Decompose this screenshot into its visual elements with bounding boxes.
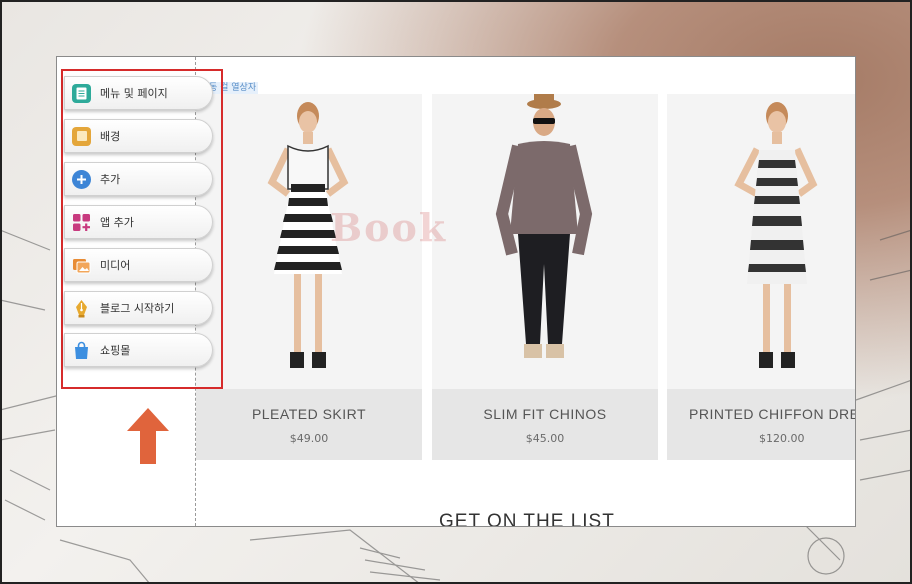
product-card[interactable]: PRINTED CHIFFON DRE $120.00 (667, 94, 855, 460)
menu-item-label: 메뉴 및 페이지 (100, 87, 168, 100)
shopping-bag-icon (72, 341, 91, 360)
section-title: GET ON THE LIST (439, 511, 615, 527)
menu-item-label: 배경 (100, 130, 121, 143)
plus-circle-icon (72, 169, 91, 189)
model-figure (432, 94, 658, 389)
menu-item-label: 추가 (100, 173, 121, 186)
product-name[interactable]: SLIM FIT CHINOS (432, 406, 658, 422)
menu-item-add-app[interactable]: 앱 추가 (64, 205, 213, 239)
menu-item-media[interactable]: 미디어 (64, 248, 213, 282)
product-price: $45.00 (525, 432, 565, 445)
product-name[interactable]: PLEATED SKIRT (196, 406, 422, 422)
product-price: $49.00 (289, 432, 329, 445)
menu-item-label: 앱 추가 (100, 216, 134, 229)
up-arrow-icon (125, 406, 171, 470)
app-grid-icon (72, 213, 91, 232)
menu-item-label: 쇼핑몰 (100, 344, 131, 357)
model-figure (667, 94, 855, 389)
menu-item-label: 블로그 시작하기 (100, 302, 175, 315)
pages-icon (72, 83, 91, 103)
media-icon (72, 256, 91, 275)
menu-item-background[interactable]: 배경 (64, 119, 213, 153)
menu-item-pages[interactable]: 메뉴 및 페이지 (64, 76, 213, 110)
watermark: Book (330, 205, 448, 250)
menu-item-shop[interactable]: 쇼핑몰 (64, 333, 213, 367)
product-price: $120.00 (759, 432, 805, 445)
product-photo (667, 94, 855, 389)
product-photo (432, 94, 658, 389)
product-card[interactable]: PLEATED SKIRT $49.00 (196, 94, 422, 460)
product-card[interactable]: SLIM FIT CHINOS $45.00 (432, 94, 658, 460)
pen-nib-icon (72, 299, 91, 318)
product-name[interactable]: PRINTED CHIFFON DRE (689, 406, 855, 422)
background-icon (72, 126, 91, 146)
menu-item-start-blog[interactable]: 블로그 시작하기 (64, 291, 213, 325)
menu-item-label: 미디어 (100, 259, 131, 272)
menu-item-add[interactable]: 추가 (64, 162, 213, 196)
